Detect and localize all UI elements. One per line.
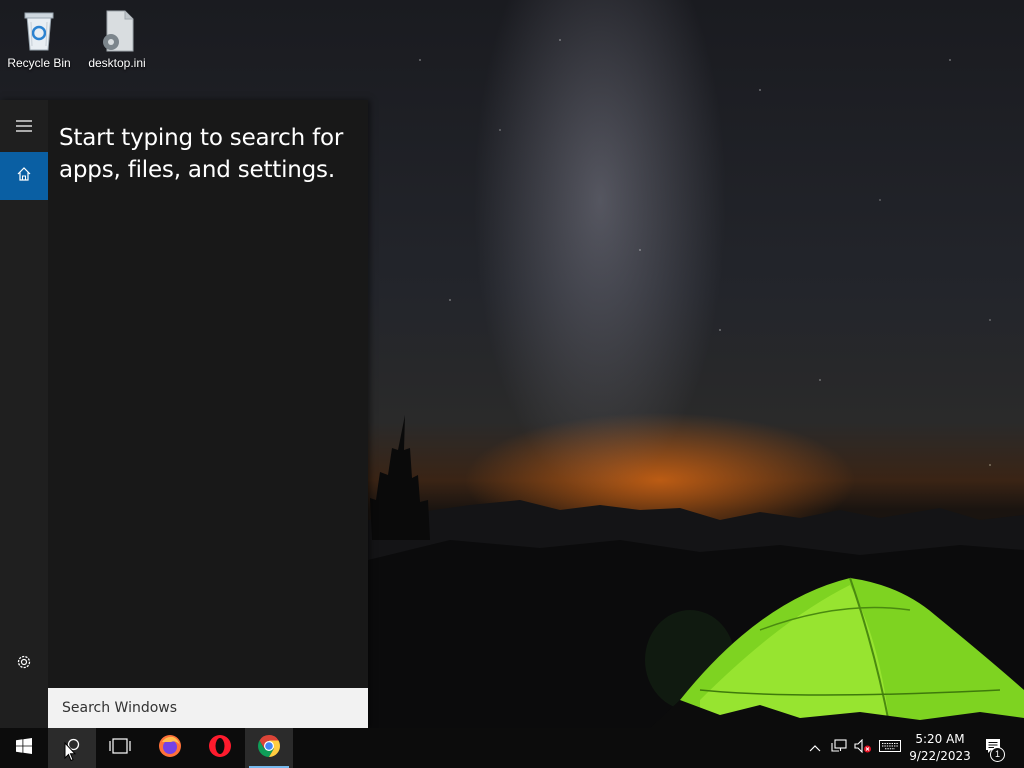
volume-muted-icon xyxy=(854,738,872,758)
search-input[interactable] xyxy=(60,699,354,717)
notification-count-badge: 1 xyxy=(990,746,1005,762)
search-panel: Start typing to search for apps, files, … xyxy=(0,100,368,728)
taskbar-clock[interactable]: 5:20 AM 9/22/2023 xyxy=(904,728,976,768)
expand-menu-button[interactable] xyxy=(0,104,48,152)
search-hint-text: Start typing to search for apps, files, … xyxy=(59,125,344,183)
show-hidden-icons-button[interactable] xyxy=(804,728,826,768)
task-view-button[interactable] xyxy=(96,728,144,768)
search-box[interactable] xyxy=(48,688,368,728)
network-button[interactable] xyxy=(828,728,850,768)
desktop-icon-recycle-bin[interactable]: Recycle Bin xyxy=(3,0,75,70)
windows-logo-icon xyxy=(16,737,32,759)
clock-time: 5:20 AM xyxy=(915,732,965,746)
action-center-icon: 1 xyxy=(985,738,1005,762)
taskbar-app-firefox[interactable] xyxy=(146,728,194,768)
volume-button[interactable] xyxy=(852,728,874,768)
settings-file-icon xyxy=(95,8,139,52)
action-center-button[interactable]: 1 xyxy=(978,728,1008,768)
firefox-icon xyxy=(158,734,182,763)
touch-keyboard-button[interactable] xyxy=(876,728,904,768)
network-icon xyxy=(831,738,847,758)
search-panel-content: Start typing to search for apps, files, … xyxy=(48,100,368,728)
gear-icon xyxy=(15,653,33,676)
taskbar: 5:20 AM 9/22/2023 1 xyxy=(0,728,1024,768)
home-button[interactable] xyxy=(0,152,48,200)
chrome-icon xyxy=(257,734,281,763)
desktop-icon-desktop-ini[interactable]: desktop.ini xyxy=(81,0,153,70)
taskbar-app-opera[interactable] xyxy=(196,728,244,768)
panel-left-rail xyxy=(0,100,48,728)
task-view-icon xyxy=(109,737,131,759)
taskbar-app-chrome[interactable] xyxy=(245,728,293,768)
start-button[interactable] xyxy=(0,728,48,768)
hamburger-menu-icon xyxy=(16,119,32,137)
touch-keyboard-icon xyxy=(879,739,901,757)
recycle-bin-icon xyxy=(17,8,61,52)
chevron-up-icon xyxy=(809,739,821,757)
desktop-icon-label: Recycle Bin xyxy=(7,56,71,70)
desktop-icon-label: desktop.ini xyxy=(88,56,146,70)
opera-icon xyxy=(208,734,232,763)
settings-button[interactable] xyxy=(0,640,48,688)
mouse-cursor-icon xyxy=(64,742,76,762)
clock-date: 9/22/2023 xyxy=(909,749,971,763)
home-icon xyxy=(16,166,32,187)
